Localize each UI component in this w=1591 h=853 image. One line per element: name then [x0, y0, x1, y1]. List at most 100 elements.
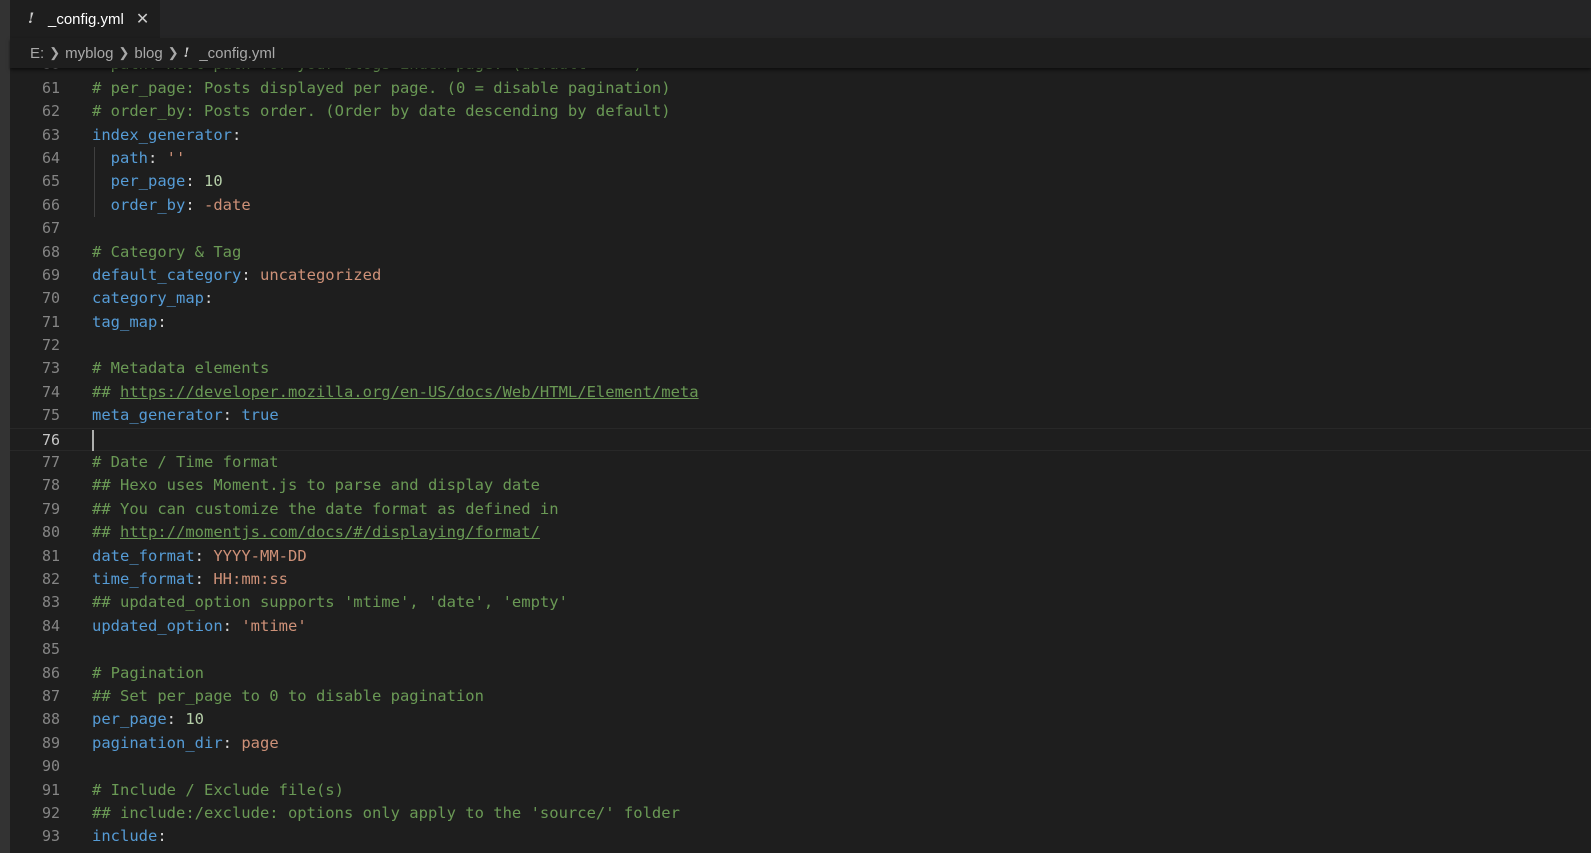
- code-text: category_map:: [92, 287, 213, 310]
- code-text: tag_map:: [92, 311, 167, 334]
- code-text: # order_by: Posts order. (Order by date …: [92, 100, 671, 123]
- code-text: # Pagination: [92, 662, 204, 685]
- code-line[interactable]: 60 path: Root path for your blogs index …: [10, 68, 1591, 77]
- code-line[interactable]: 92 ## include:/exclude: options only appl…: [10, 802, 1591, 825]
- code-line[interactable]: 63 index_generator:: [10, 124, 1591, 147]
- code-token: order_by: [110, 195, 186, 214]
- breadcrumb-item-myblog[interactable]: myblog: [65, 45, 113, 62]
- line-number: 93: [41, 827, 60, 846]
- line-number: 69: [41, 265, 60, 284]
- code-line[interactable]: 76: [10, 427, 1591, 452]
- code-line[interactable]: 88 per_page: 10: [10, 708, 1591, 731]
- code-token: 'mtime': [241, 616, 307, 635]
- code-token: :: [231, 125, 242, 144]
- code-text: ## https://developer.mozilla.org/en-US/d…: [92, 381, 699, 404]
- code-text: # per_page: Posts displayed per page. (0…: [92, 77, 671, 100]
- text-cursor: [92, 429, 94, 451]
- code-text: # Metadata elements: [92, 357, 269, 380]
- code-token: :: [194, 546, 214, 565]
- code-text: per_page: 10: [92, 708, 204, 731]
- code-line[interactable]: 61 # per_page: Posts displayed per page. …: [10, 77, 1591, 100]
- code-text: include:: [92, 825, 167, 848]
- code-token: -date: [204, 195, 251, 214]
- code-line[interactable]: 86 # Pagination: [10, 662, 1591, 685]
- code-text: # Include / Exclude file(s): [92, 779, 344, 802]
- code-line[interactable]: 77 # Date / Time format: [10, 451, 1591, 474]
- code-line[interactable]: 74 ## https://developer.mozilla.org/en-US…: [10, 381, 1591, 404]
- code-token: true: [241, 406, 279, 425]
- code-line[interactable]: 82 time_format: HH:mm:ss: [10, 568, 1591, 591]
- tab-bar: ! _config.yml ✕: [10, 0, 1591, 38]
- code-token: '': [166, 148, 186, 167]
- line-number: 86: [41, 663, 60, 682]
- line-number: 81: [41, 546, 60, 565]
- code-text: updated_option: 'mtime': [92, 615, 307, 638]
- tab-config-yml[interactable]: ! _config.yml ✕: [10, 0, 160, 38]
- code-text: # Date / Time format: [92, 451, 279, 474]
- code-token: index_generator: [92, 125, 232, 144]
- code-token: path: [110, 148, 148, 167]
- code-token: # per_page: Posts displayed per page. (0…: [92, 78, 671, 97]
- code-line[interactable]: 70 category_map:: [10, 287, 1591, 310]
- code-line[interactable]: 80 ## http://momentjs.com/docs/#/displayi…: [10, 521, 1591, 544]
- code-line[interactable]: 67: [10, 217, 1591, 240]
- line-number: 63: [41, 125, 60, 144]
- line-number: 79: [41, 499, 60, 518]
- code-text: ## updated_option supports 'mtime', 'dat…: [92, 591, 568, 614]
- code-token: time_format: [92, 570, 195, 588]
- code-line[interactable]: 91 # Include / Exclude file(s): [10, 779, 1591, 802]
- breadcrumb-item-blog[interactable]: blog: [134, 45, 162, 62]
- code-token: :: [203, 289, 214, 308]
- code-token: :: [222, 733, 242, 752]
- code-editor[interactable]: 60 path: Root path for your blogs index …: [10, 68, 1591, 853]
- tab-label: _config.yml: [48, 10, 124, 28]
- code-line[interactable]: 68 # Category & Tag: [10, 241, 1591, 264]
- code-token: ## updated_option supports 'mtime', 'dat…: [92, 593, 568, 612]
- code-token: uncategorized: [259, 265, 382, 284]
- code-line[interactable]: 87 ## Set per_page to 0 to disable pagina…: [10, 685, 1591, 708]
- line-number: 89: [41, 733, 60, 752]
- code-line[interactable]: 72: [10, 334, 1591, 357]
- line-number: 60: [10, 68, 60, 77]
- line-number: 87: [41, 686, 60, 705]
- code-line[interactable]: 64 path: '': [10, 146, 1591, 171]
- editor-lines: 60 path: Root path for your blogs index …: [10, 68, 1591, 849]
- code-line[interactable]: 79 ## You can customize the date format a…: [10, 498, 1591, 521]
- code-line[interactable]: 93 include:: [10, 825, 1591, 848]
- code-line[interactable]: 84 updated_option: 'mtime': [10, 615, 1591, 638]
- code-line[interactable]: 89 pagination_dir: page: [10, 732, 1591, 755]
- line-number: 72: [41, 336, 60, 355]
- code-link[interactable]: http://momentjs.com/docs/#/displaying/fo…: [120, 523, 540, 541]
- code-token: 10: [204, 172, 223, 191]
- code-line[interactable]: 71 tag_map:: [10, 311, 1591, 334]
- code-line[interactable]: 69 default_category: uncategorized: [10, 264, 1591, 287]
- code-token: :: [185, 195, 204, 214]
- code-token: # Category & Tag: [92, 242, 242, 261]
- line-number: 67: [41, 219, 60, 238]
- code-token: ##: [92, 523, 120, 542]
- breadcrumb-item-file[interactable]: _config.yml: [199, 45, 275, 62]
- code-line[interactable]: 73 # Metadata elements: [10, 357, 1591, 380]
- code-link[interactable]: https://developer.mozilla.org/en-US/docs…: [120, 383, 699, 401]
- code-token: :: [166, 710, 186, 729]
- line-number: 70: [41, 289, 60, 308]
- code-line[interactable]: 85: [10, 638, 1591, 661]
- close-icon[interactable]: ✕: [136, 9, 149, 29]
- code-line[interactable]: 90: [10, 755, 1591, 778]
- code-token: # Pagination: [92, 663, 204, 682]
- code-line[interactable]: 65 per_page: 10: [10, 170, 1591, 194]
- code-line[interactable]: 66 order_by: -date: [10, 193, 1591, 218]
- code-line[interactable]: 81 date_format: YYYY-MM-DD: [10, 545, 1591, 568]
- code-token: ##: [92, 382, 120, 401]
- code-token: :: [222, 616, 242, 635]
- line-number: 82: [41, 570, 60, 588]
- code-line[interactable]: 83 ## updated_option supports 'mtime', 'd…: [10, 591, 1591, 614]
- code-line[interactable]: 75 meta_generator: true: [10, 404, 1591, 427]
- code-line[interactable]: 78 ## Hexo uses Moment.js to parse and di…: [10, 474, 1591, 497]
- code-text: per_page: 10: [92, 170, 223, 193]
- breadcrumb-item-drive[interactable]: E:: [30, 45, 44, 62]
- code-line[interactable]: 62 # order_by: Posts order. (Order by dat…: [10, 100, 1591, 123]
